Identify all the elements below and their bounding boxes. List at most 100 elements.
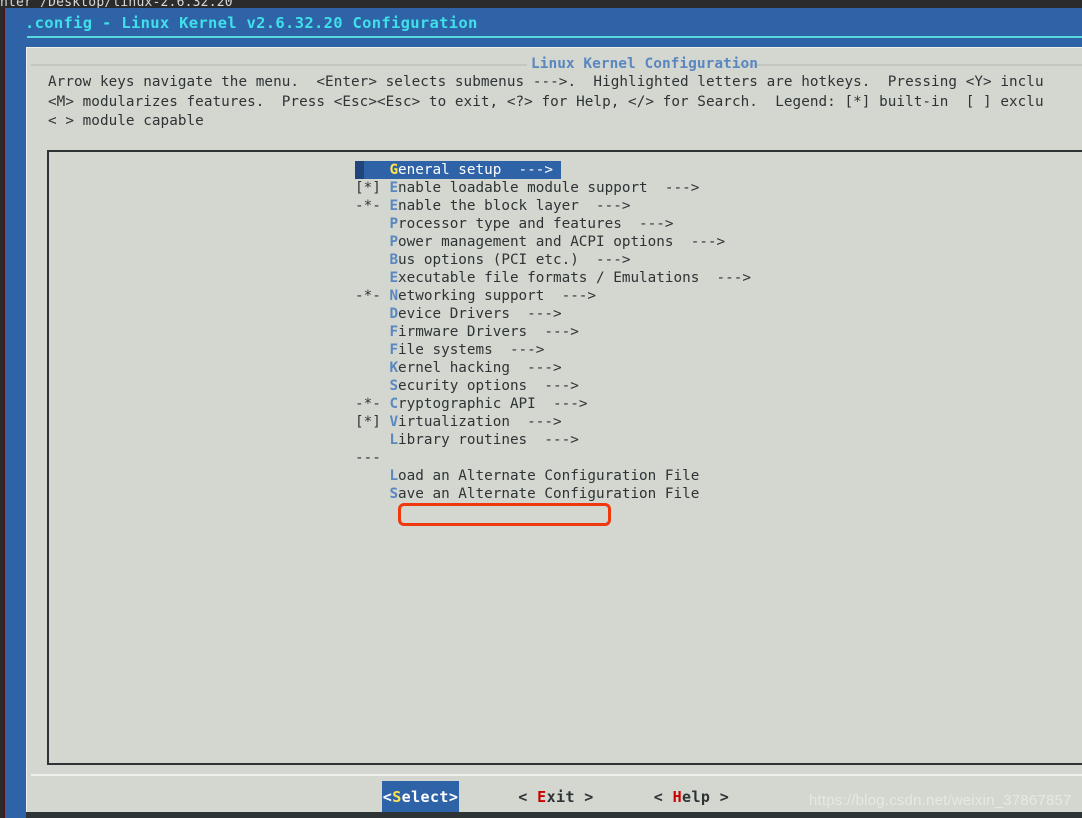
submenu-arrow-icon: ---> (509, 414, 562, 430)
menu-item-hotkey: F (389, 342, 399, 358)
menu-item-flag: --- (355, 450, 390, 466)
menu-item-label: rocessor type and features (398, 216, 622, 232)
menu-item-label: ecurity options (398, 378, 528, 394)
menu-item[interactable]: Security options ---> (49, 377, 1082, 395)
menu-item-hotkey: P (389, 216, 399, 232)
button-label-rest: elect> (401, 788, 459, 806)
menu-item-label: nable the block layer (398, 198, 579, 214)
menu-item[interactable]: Processor type and features ---> (49, 215, 1082, 233)
menu-item-label: evice Drivers (398, 306, 510, 322)
menu-item[interactable]: -*- Cryptographic API ---> (49, 395, 1082, 413)
menu-item-hotkey: N (389, 288, 399, 304)
submenu-arrow-icon: ---> (647, 180, 700, 196)
menu-item-hotkey: V (389, 414, 399, 430)
button-hotkey: H (672, 788, 683, 806)
button-prefix: < (653, 788, 673, 806)
menu-item-text: Executable file formats / Emulations ---… (355, 269, 751, 287)
menu-item-flag (355, 216, 389, 232)
menu-item[interactable]: File systems ---> (49, 341, 1082, 359)
menu-item[interactable]: Power management and ACPI options ---> (49, 233, 1082, 251)
menu-item-hotkey: C (389, 396, 399, 412)
menu-item-flag (355, 234, 389, 250)
button-prefix: < (382, 788, 393, 806)
dialog-button-e[interactable]: < Exit > (517, 781, 594, 813)
menu-item-flag: [*] (355, 414, 390, 430)
menu-item-flag (355, 306, 389, 322)
menu-item-flag (355, 360, 389, 376)
menu-item[interactable]: -*- Networking support ---> (49, 287, 1082, 305)
submenu-arrow-icon: ---> (535, 396, 588, 412)
menu-item-text: Device Drivers ---> (355, 305, 562, 323)
menu-item-label: oad an Alternate Configuration File (398, 468, 700, 484)
button-prefix: < (518, 788, 538, 806)
dialog-bottom-shadow (26, 812, 1082, 818)
menu-item-text: Bus options (PCI etc.) ---> (355, 251, 630, 269)
menu-item[interactable]: Device Drivers ---> (49, 305, 1082, 323)
menu-item[interactable]: Bus options (PCI etc.) ---> (49, 251, 1082, 269)
menu-item[interactable]: Firmware Drivers ---> (49, 323, 1082, 341)
dialog-button-s[interactable]: <Select> (381, 781, 460, 813)
help-legend-text: Arrow keys navigate the menu. <Enter> se… (48, 74, 1044, 130)
menu-item-flag: -*- (355, 288, 390, 304)
menu-item-hotkey: K (389, 360, 399, 376)
menu-item-label: etworking support (398, 288, 545, 304)
menu-item-text: Load an Alternate Configuration File (355, 467, 699, 485)
menu-box-bottom-border (47, 763, 1082, 765)
menu-item-text: Save an Alternate Configuration File (355, 485, 699, 503)
menu-item[interactable]: -*- Enable the block layer ---> (49, 197, 1082, 215)
submenu-arrow-icon: ---> (699, 270, 751, 286)
annotation-highlight-rectangle (398, 503, 611, 526)
menu-item-text: --- (355, 449, 389, 467)
submenu-arrow-icon: ---> (501, 162, 553, 178)
menu-item-hotkey: L (389, 432, 399, 448)
menu-item-hotkey: F (389, 324, 399, 340)
menu-item-flag (355, 342, 389, 358)
menu-item[interactable]: --- (49, 449, 1082, 467)
menu-item-hotkey: S (389, 486, 399, 502)
dialog-button-h[interactable]: < Help > (653, 781, 730, 813)
submenu-arrow-icon: ---> (527, 432, 579, 448)
menu-item[interactable]: General setup ---> (49, 161, 1082, 179)
menu-item[interactable]: Executable file formats / Emulations ---… (49, 269, 1082, 287)
frame-rule-left (31, 64, 527, 66)
menu-item-text: Power management and ACPI options ---> (355, 233, 725, 251)
menu-item-flag (355, 432, 389, 448)
menu-item-hotkey: D (389, 306, 399, 322)
menu-item-flag: -*- (355, 396, 390, 412)
menu-list: General setup ---> [*] Enable loadable mo… (49, 152, 1082, 503)
menu-item-hotkey: G (389, 162, 399, 178)
menu-item-label: ibrary routines (398, 432, 528, 448)
submenu-arrow-icon: ---> (509, 306, 562, 322)
menu-item-text: Processor type and features ---> (355, 215, 673, 233)
menu-item-text: -*- Cryptographic API ---> (355, 395, 587, 413)
menu-item-text: Kernel hacking ---> (355, 359, 561, 377)
menu-list-box: General setup ---> [*] Enable loadable mo… (47, 150, 1082, 765)
menu-item[interactable]: [*] Enable loadable module support ---> (49, 179, 1082, 197)
submenu-arrow-icon: ---> (673, 234, 726, 250)
dialog-title: .config - Linux Kernel v2.6.32.20 Config… (25, 14, 478, 32)
menu-item-flag: [*] (355, 180, 390, 196)
button-label-rest: elp > (682, 788, 730, 806)
menu-item-text: [*] Enable loadable module support ---> (355, 179, 699, 197)
menu-item[interactable]: Library routines ---> (49, 431, 1082, 449)
menu-item-flag (355, 378, 389, 394)
frame-rule-right (739, 64, 1082, 66)
menu-item-label: irtualization (398, 414, 510, 430)
menu-item-hotkey: L (389, 468, 399, 484)
menu-item[interactable]: Save an Alternate Configuration File (49, 485, 1082, 503)
menu-item-flag (355, 162, 389, 178)
menu-item-text: General setup ---> (355, 161, 553, 179)
menu-item-hotkey: P (389, 234, 399, 250)
menu-item-text: File systems ---> (355, 341, 544, 359)
watermark: https://blog.csdn.net/weixin_37867857 (809, 792, 1072, 809)
submenu-arrow-icon: ---> (492, 342, 545, 358)
button-hotkey: S (392, 788, 402, 806)
menu-item-label: irmware Drivers (398, 324, 528, 340)
menu-item[interactable]: Load an Alternate Configuration File (49, 467, 1082, 485)
menu-item-label: xecutable file formats / Emulations (398, 270, 700, 286)
submenu-arrow-icon: ---> (578, 198, 631, 214)
menu-item[interactable]: Kernel hacking ---> (49, 359, 1082, 377)
menu-item-label: ryptographic API (398, 396, 536, 412)
menu-item[interactable]: [*] Virtualization ---> (49, 413, 1082, 431)
menu-item-flag: -*- (355, 198, 390, 214)
